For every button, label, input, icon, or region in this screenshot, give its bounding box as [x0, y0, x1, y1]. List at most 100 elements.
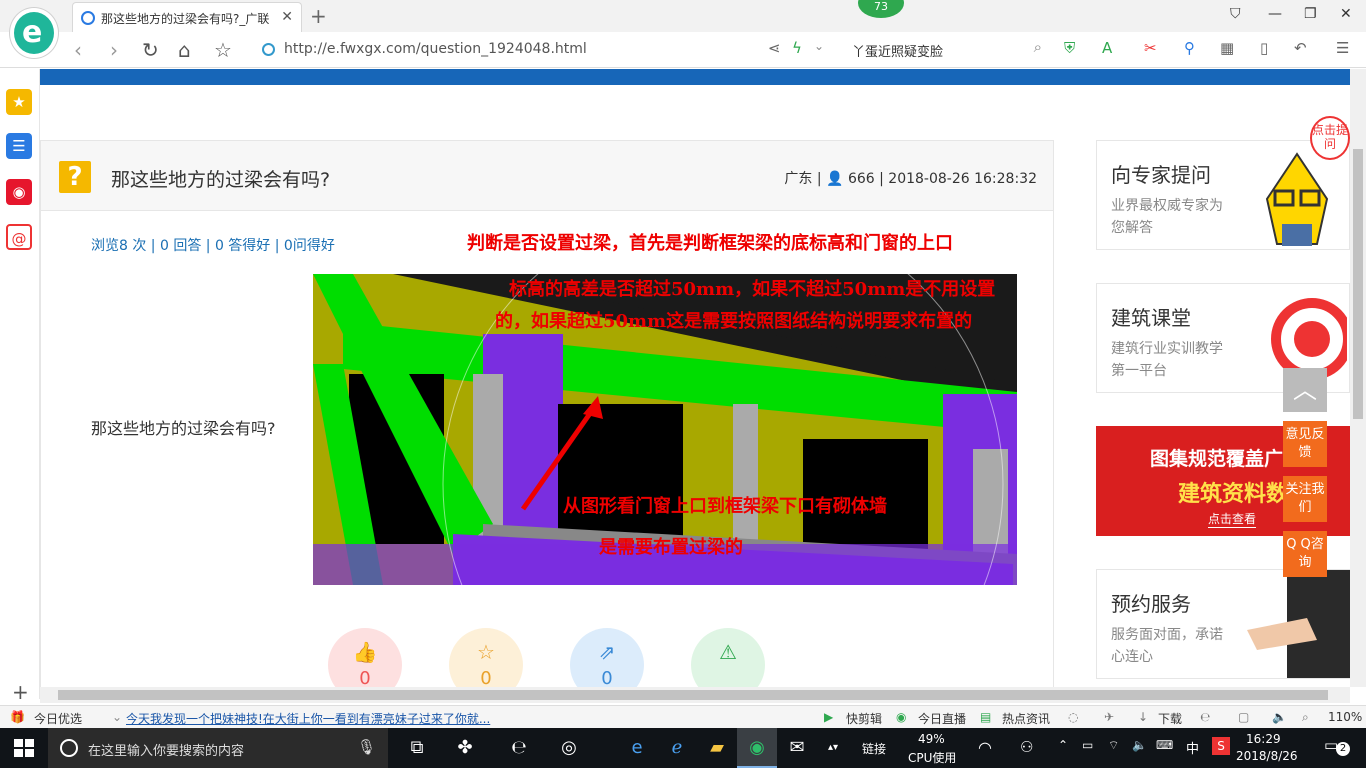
ime-indicator[interactable]: 中	[1186, 738, 1199, 757]
new-tab-button[interactable]: +	[310, 4, 327, 28]
follow-button[interactable]: 关注我们	[1283, 476, 1327, 522]
clip-icon: ▶	[824, 710, 834, 724]
back-icon[interactable]: ‹	[74, 38, 82, 62]
network-icon[interactable]: ⌔	[1108, 738, 1119, 753]
bookmark-star-icon[interactable]: ☆	[214, 38, 232, 62]
restore-button[interactable]: ❐	[1304, 6, 1317, 22]
zoom-level[interactable]: 110%	[1328, 710, 1362, 724]
url-field[interactable]: http://e.fwxgx.com/question_1924048.html	[262, 38, 762, 62]
share-icon[interactable]: ⋖	[768, 39, 781, 57]
mail-icon[interactable]: @	[6, 224, 32, 250]
swirl-app-icon[interactable]: ◎	[556, 736, 582, 760]
scissors-icon[interactable]: ✂	[1144, 39, 1157, 57]
search-icon[interactable]: ⌕	[1034, 38, 1042, 56]
magnifier-icon[interactable]: ⚲	[1184, 39, 1195, 57]
tray-expand-icon[interactable]: ⌃	[1058, 738, 1068, 752]
speed-icon[interactable]: ◌	[1068, 710, 1078, 724]
link-label[interactable]: 链接	[862, 740, 886, 757]
fan-app-icon[interactable]: ✤	[452, 736, 478, 760]
back-to-top-button[interactable]: ︿	[1283, 368, 1327, 412]
search-input[interactable]: 丫蛋近照疑变脸 ⌕	[852, 38, 1042, 62]
qq-consult-button[interactable]: Q Q咨询	[1283, 531, 1327, 577]
like-count: 0	[359, 668, 371, 689]
globe-icon	[262, 43, 275, 56]
zoom-icon[interactable]: ⌕	[1302, 710, 1309, 725]
shield-icon[interactable]: ⛨	[1064, 39, 1075, 57]
weibo-icon[interactable]: ◉	[6, 179, 32, 205]
ie-mode-icon[interactable]: ℮	[1200, 710, 1210, 724]
star-icon: ☆	[477, 640, 495, 664]
quick-clip-link[interactable]: 快剪辑	[846, 710, 882, 727]
question-user[interactable]: 666	[848, 171, 875, 187]
expert-card[interactable]: 向专家提问 业界最权威专家为您解答	[1096, 140, 1350, 250]
favorites-icon[interactable]: ★	[6, 89, 32, 115]
edge-icon[interactable]: ℮	[506, 736, 532, 760]
list-icon[interactable]: ☰	[6, 133, 32, 159]
microphone-icon[interactable]: 🎙	[357, 738, 376, 756]
pin-icon[interactable]: ✈	[1104, 710, 1114, 724]
annotation-line-3: 的，如果超过50mm这是需要按照图纸结构说明要求布置的	[495, 311, 973, 332]
vertical-scroll-thumb[interactable]	[1353, 149, 1363, 419]
left-sidebar: ★ ☰ ◉ @	[0, 69, 40, 699]
skin-icon[interactable]: ⛉	[1230, 6, 1241, 22]
today-picks-link[interactable]: 今日优选	[34, 710, 82, 727]
handshake-image	[1247, 570, 1351, 678]
sogou-icon[interactable]: S	[1212, 737, 1230, 755]
vertical-scrollbar[interactable]	[1350, 69, 1366, 687]
menu-icon[interactable]: ☰	[1336, 39, 1349, 57]
window-icon[interactable]: ▢	[1238, 710, 1249, 724]
edge-browser-icon[interactable]: e	[624, 736, 650, 760]
hot-news-link[interactable]: 热点资讯	[1002, 710, 1050, 727]
feedback-button[interactable]: 意见反馈	[1283, 421, 1327, 467]
lightning-icon[interactable]: ϟ	[792, 39, 802, 57]
file-explorer-icon[interactable]: ▰	[704, 736, 730, 760]
refresh-icon[interactable]: ↻	[142, 38, 159, 62]
horizontal-scrollbar[interactable]	[40, 687, 1350, 703]
browser-tab[interactable]: 那这些地方的过梁会有吗?_广联 ✕	[72, 2, 302, 32]
browser-taskbar-icon[interactable]: ◉	[744, 736, 770, 760]
url-text: http://e.fwxgx.com/question_1924048.html	[284, 41, 587, 57]
expert-card-subtitle: 业界最权威专家为您解答	[1111, 198, 1223, 236]
taskbar-search-input[interactable]: 在这里输入你要搜索的内容 🎙	[48, 728, 388, 768]
minimize-button[interactable]: —	[1268, 6, 1282, 22]
people-icon[interactable]: ⚇	[1020, 738, 1033, 756]
undo-icon[interactable]: ↶	[1294, 39, 1307, 57]
keyboard-icon[interactable]: ⌨	[1156, 738, 1173, 752]
browser-logo[interactable]: e	[10, 8, 58, 58]
live-link[interactable]: 今日直播	[918, 710, 966, 727]
home-icon[interactable]: ⌂	[178, 38, 191, 62]
volume-icon[interactable]: 🔈	[1272, 710, 1287, 724]
gift-icon: 🎁	[10, 710, 25, 724]
site-header-strip	[40, 69, 1350, 85]
add-sidebar-icon[interactable]: +	[12, 680, 29, 704]
task-view-icon[interactable]: ⧉	[404, 736, 430, 760]
news-ticker-link[interactable]: 今天我发现一个把妹神技!在大街上你一看到有漂亮妹子过来了你就...	[126, 710, 490, 727]
download-link[interactable]: 下载	[1158, 710, 1182, 727]
chevron-down-icon[interactable]: ⌄	[814, 39, 824, 53]
close-window-button[interactable]: ✕	[1340, 6, 1352, 22]
banner-cta[interactable]: 点击查看	[1208, 510, 1257, 528]
question-card: ? 那这些地方的过梁会有吗? 广东 | 👤 666 | 2018-08-26 1…	[40, 140, 1054, 702]
taskbar-scroll-icon[interactable]: ▴▾	[820, 736, 846, 760]
forward-icon[interactable]: ›	[110, 38, 118, 62]
apps-icon[interactable]: ▦	[1220, 39, 1234, 57]
ask-bubble[interactable]: 点击提问	[1310, 116, 1350, 160]
tab-close-button[interactable]: ✕	[281, 9, 293, 25]
translate-icon[interactable]: A	[1102, 39, 1112, 57]
notification-badge[interactable]: 73	[858, 0, 904, 18]
question-body-text: 那这些地方的过梁会有吗?	[91, 419, 276, 438]
clock-time[interactable]: 16:29	[1246, 732, 1281, 746]
annotation-line-4: 从图形看门窗上口到框架梁下口有砌体墙	[563, 496, 887, 517]
internet-explorer-icon[interactable]: ℯ	[664, 736, 690, 760]
mail-app-icon[interactable]: ✉	[784, 736, 810, 760]
wifi-icon[interactable]: ◠	[978, 738, 992, 757]
reader-icon[interactable]: ▯	[1260, 39, 1268, 57]
service-card-title: 预约服务	[1111, 592, 1191, 616]
battery-icon[interactable]: ▭	[1082, 738, 1093, 752]
speaker-icon[interactable]: 🔈	[1132, 738, 1147, 752]
horizontal-scroll-thumb[interactable]	[58, 690, 1328, 700]
clock-date[interactable]: 2018/8/26	[1236, 749, 1298, 763]
service-card[interactable]: 预约服务 服务面对面，承诺心连心	[1096, 569, 1351, 679]
windows-start-icon[interactable]	[14, 739, 34, 757]
chevron-icon: ⌄	[112, 710, 123, 724]
